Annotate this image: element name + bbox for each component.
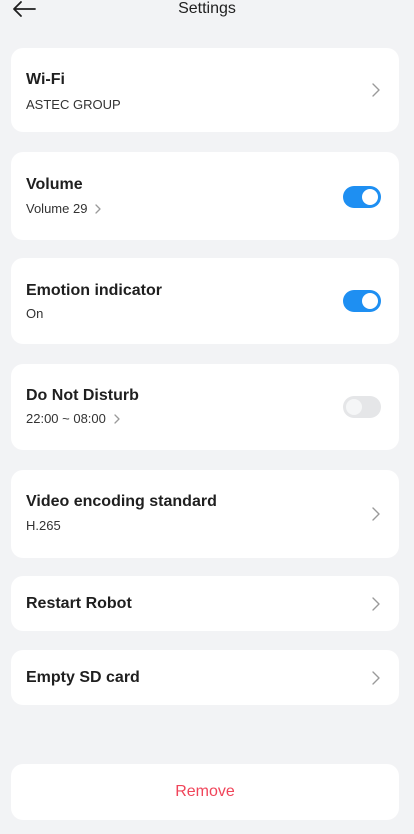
emotion-indicator-status: On xyxy=(26,306,44,321)
chevron-right-icon xyxy=(372,507,380,521)
empty-sd-card-title: Empty SD card xyxy=(26,669,140,686)
volume-title: Volume xyxy=(26,176,83,193)
volume-toggle[interactable] xyxy=(343,186,381,208)
remove-button[interactable]: Remove xyxy=(11,764,399,820)
volume-card: Volume Volume 29 xyxy=(11,152,399,240)
wifi-title: Wi-Fi xyxy=(26,71,65,88)
do-not-disturb-title: Do Not Disturb xyxy=(26,387,139,404)
page-title: Settings xyxy=(178,0,236,17)
chevron-right-icon xyxy=(95,204,102,214)
emotion-indicator-card: Emotion indicator On xyxy=(11,258,399,344)
do-not-disturb-schedule-link[interactable]: 22:00 ~ 08:00 xyxy=(26,411,122,427)
do-not-disturb-card: Do Not Disturb 22:00 ~ 08:00 xyxy=(11,364,399,450)
remove-label: Remove xyxy=(175,783,235,800)
toggle-knob xyxy=(346,399,362,415)
chevron-right-icon xyxy=(372,671,380,685)
chevron-right-icon xyxy=(372,83,380,97)
toggle-knob xyxy=(362,189,378,205)
chevron-right-icon xyxy=(372,597,380,611)
video-encoding-value: H.265 xyxy=(26,518,61,533)
do-not-disturb-toggle[interactable] xyxy=(343,396,381,418)
volume-value-link[interactable]: Volume 29 xyxy=(26,201,103,217)
emotion-indicator-title: Emotion indicator xyxy=(26,282,162,299)
restart-robot-title: Restart Robot xyxy=(26,595,132,612)
toggle-knob xyxy=(362,293,378,309)
wifi-network: ASTEC GROUP xyxy=(26,97,121,112)
chevron-right-icon xyxy=(114,414,120,424)
restart-robot-card[interactable]: Restart Robot xyxy=(11,576,399,631)
wifi-card[interactable]: Wi-Fi ASTEC GROUP xyxy=(11,48,399,132)
volume-value: Volume 29 xyxy=(26,201,88,216)
emotion-indicator-toggle[interactable] xyxy=(343,290,381,312)
header: Settings xyxy=(0,0,414,32)
video-encoding-card[interactable]: Video encoding standard H.265 xyxy=(11,470,399,558)
video-encoding-title: Video encoding standard xyxy=(26,493,217,510)
do-not-disturb-schedule: 22:00 ~ 08:00 xyxy=(26,411,106,426)
empty-sd-card-card[interactable]: Empty SD card xyxy=(11,650,399,705)
